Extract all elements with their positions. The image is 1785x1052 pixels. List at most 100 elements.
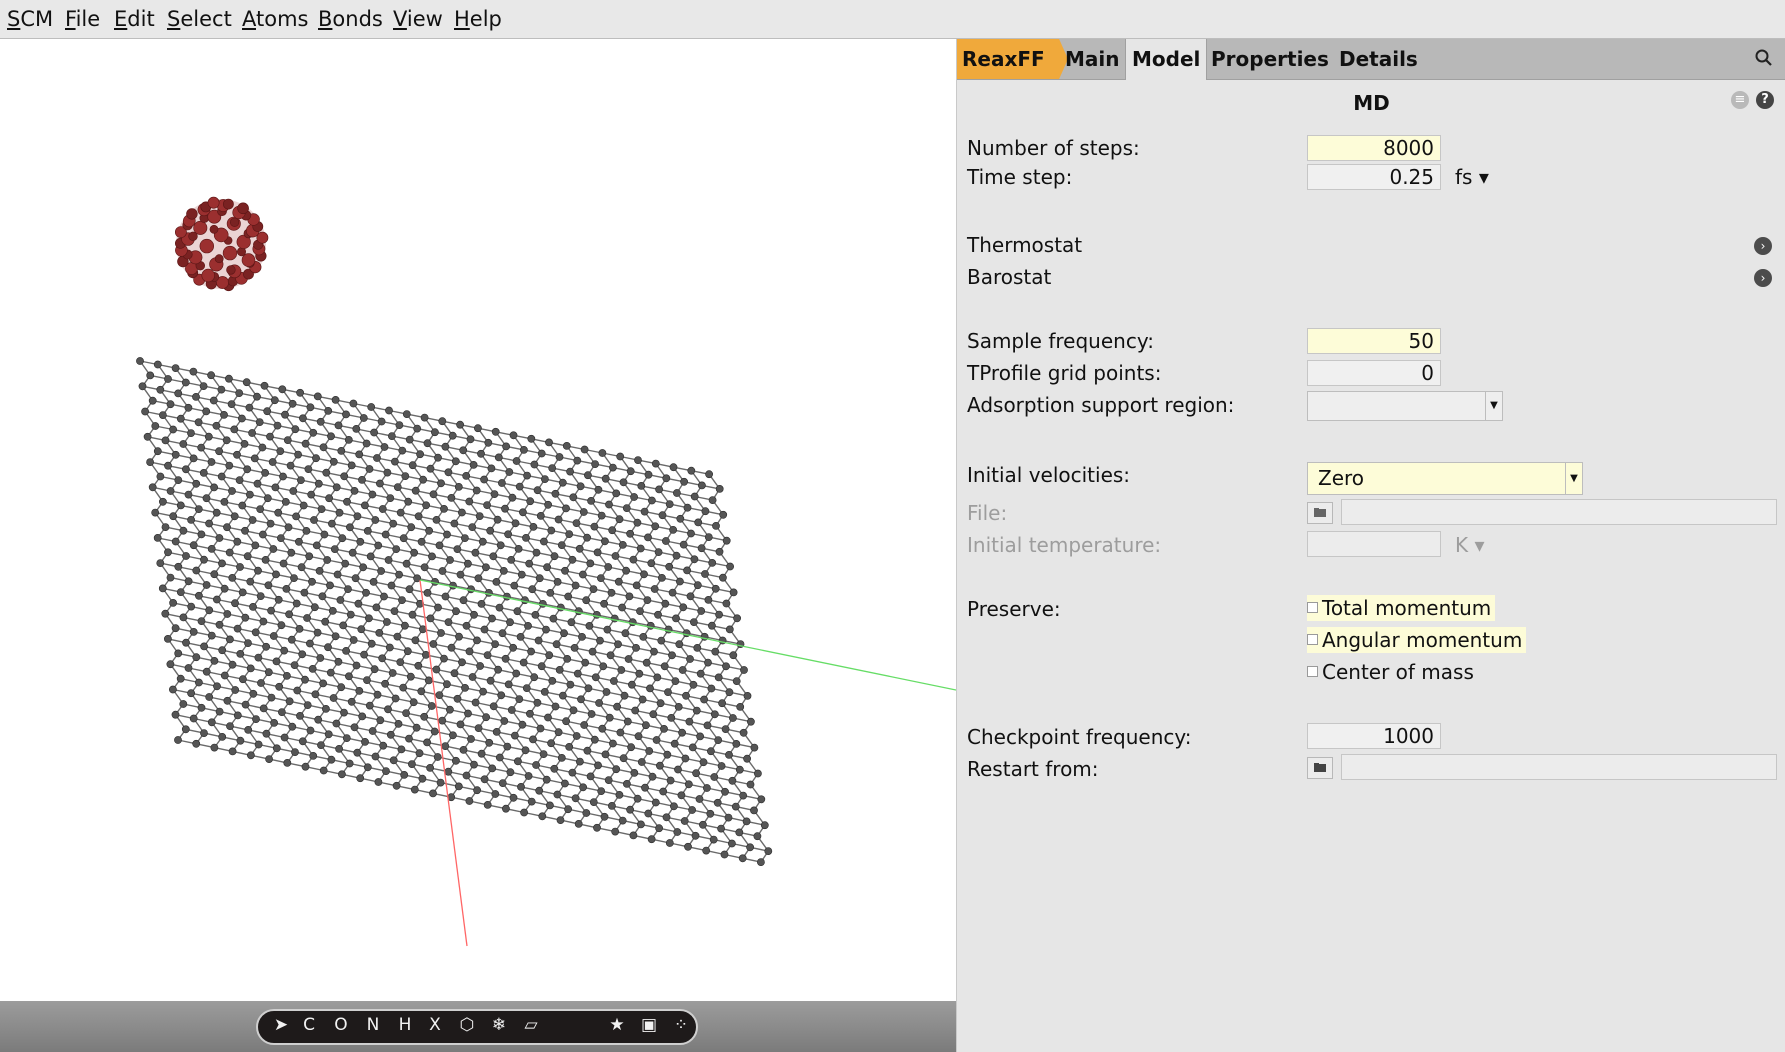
carbon-atom[interactable] [441, 742, 450, 750]
carbon-atom[interactable] [642, 721, 650, 730]
carbon-atom[interactable] [158, 584, 167, 593]
carbon-atom[interactable] [427, 702, 436, 710]
carbon-atom[interactable] [407, 523, 416, 532]
carbon-atom[interactable] [538, 812, 547, 821]
carbon-atom[interactable] [248, 516, 257, 524]
carbon-atom[interactable] [236, 650, 245, 658]
carbon-atom[interactable] [674, 765, 682, 774]
carbon-atom[interactable] [342, 734, 351, 742]
carbon-atom[interactable] [264, 581, 273, 590]
carbon-atom[interactable] [457, 508, 466, 517]
carbon-atom[interactable] [561, 779, 569, 788]
carbon-atom[interactable] [335, 508, 344, 517]
carbon-atom[interactable] [564, 592, 573, 601]
carbon-atom[interactable] [654, 548, 663, 556]
carbon-atom[interactable] [728, 776, 737, 785]
carbon-atom[interactable] [179, 440, 188, 448]
carbon-atom[interactable] [303, 614, 311, 622]
carbon-atom[interactable] [639, 633, 648, 641]
carbon-atom[interactable] [641, 783, 649, 792]
carbon-atom[interactable] [304, 465, 313, 473]
carbon-atom[interactable] [236, 736, 245, 745]
carbon-atom[interactable] [411, 486, 420, 495]
carbon-atom[interactable] [367, 639, 376, 648]
carbon-atom[interactable] [327, 432, 335, 441]
carbon-atom[interactable] [194, 418, 203, 427]
carbon-atom[interactable] [474, 574, 483, 583]
carbon-atom[interactable] [405, 435, 414, 444]
carbon-atom[interactable] [594, 761, 602, 770]
carbon-atom[interactable] [704, 596, 713, 604]
carbon-atom[interactable] [711, 647, 720, 656]
carbon-atom[interactable] [292, 512, 300, 521]
carbon-atom[interactable] [704, 533, 713, 541]
carbon-atom[interactable] [267, 606, 275, 615]
carbon-atom[interactable] [721, 787, 729, 796]
carbon-atom[interactable] [676, 514, 685, 523]
carbon-atom[interactable] [164, 461, 172, 470]
carbon-atom[interactable] [593, 548, 602, 557]
carbon-atom[interactable] [691, 831, 700, 840]
adsorption-support-region-select[interactable]: ▼ [1307, 391, 1503, 421]
carbon-atom[interactable] [612, 489, 621, 498]
carbon-atom[interactable] [371, 752, 380, 761]
carbon-atom[interactable] [695, 795, 704, 803]
carbon-atom[interactable] [163, 635, 172, 643]
carbon-atom[interactable] [482, 713, 490, 722]
carbon-atom[interactable] [423, 589, 432, 597]
carbon-atom[interactable] [648, 772, 657, 781]
carbon-atom[interactable] [441, 592, 450, 601]
fullerene-atom[interactable] [201, 268, 215, 283]
carbon-atom[interactable] [437, 629, 445, 637]
carbon-atom[interactable] [256, 592, 265, 600]
carbon-atom[interactable] [244, 726, 253, 734]
carbon-atom[interactable] [733, 614, 741, 623]
carbon-atom[interactable] [605, 500, 613, 509]
carbon-atom[interactable] [223, 610, 232, 618]
carbon-atom[interactable] [259, 617, 268, 626]
carbon-atom[interactable] [572, 519, 581, 527]
carbon-atom[interactable] [428, 552, 436, 561]
carbon-atom[interactable] [497, 479, 506, 487]
carbon-atom[interactable] [696, 669, 705, 678]
carbon-atom[interactable] [166, 660, 175, 669]
carbon-atom[interactable] [265, 755, 273, 763]
carbon-atom[interactable] [415, 749, 424, 758]
carbon-atom[interactable] [202, 494, 211, 503]
carbon-atom[interactable] [359, 414, 368, 422]
carbon-atom[interactable] [421, 651, 430, 659]
carbon-atom[interactable] [353, 748, 362, 757]
carbon-atom[interactable] [573, 456, 582, 465]
carbon-atom[interactable] [562, 504, 570, 513]
carbon-atom[interactable] [720, 850, 729, 859]
carbon-atom[interactable] [651, 798, 660, 807]
carbon-atom[interactable] [350, 723, 359, 732]
chevron-down-icon[interactable]: ▼ [1565, 463, 1582, 494]
tool-oxygen[interactable]: O [328, 1015, 354, 1035]
carbon-atom[interactable] [657, 636, 666, 645]
carbon-atom[interactable] [281, 497, 290, 506]
carbon-atom[interactable] [712, 521, 720, 530]
carbon-atom[interactable] [553, 790, 562, 799]
thermostat-label[interactable]: Thermostat [967, 233, 1082, 257]
carbon-atom[interactable] [396, 658, 405, 666]
carbon-atom[interactable] [378, 654, 387, 663]
carbon-atom[interactable] [700, 695, 708, 704]
carbon-atom[interactable] [199, 468, 208, 477]
carbon-atom[interactable] [314, 715, 323, 724]
carbon-atom[interactable] [574, 820, 583, 828]
carbon-atom[interactable] [556, 816, 565, 824]
carbon-atom[interactable] [357, 625, 366, 634]
carbon-atom[interactable] [504, 680, 513, 689]
carbon-atom[interactable] [225, 461, 234, 470]
carbon-atom[interactable] [323, 556, 332, 564]
carbon-atom[interactable] [618, 603, 626, 612]
carbon-atom[interactable] [408, 610, 417, 619]
carbon-atom[interactable] [453, 694, 462, 703]
carbon-atom[interactable] [670, 802, 678, 811]
carbon-atom[interactable] [233, 450, 241, 459]
carbon-atom[interactable] [280, 733, 289, 742]
carbon-atom[interactable] [397, 745, 406, 754]
carbon-atom[interactable] [517, 570, 526, 579]
checkpoint-frequency-input[interactable]: 1000 [1307, 723, 1441, 749]
